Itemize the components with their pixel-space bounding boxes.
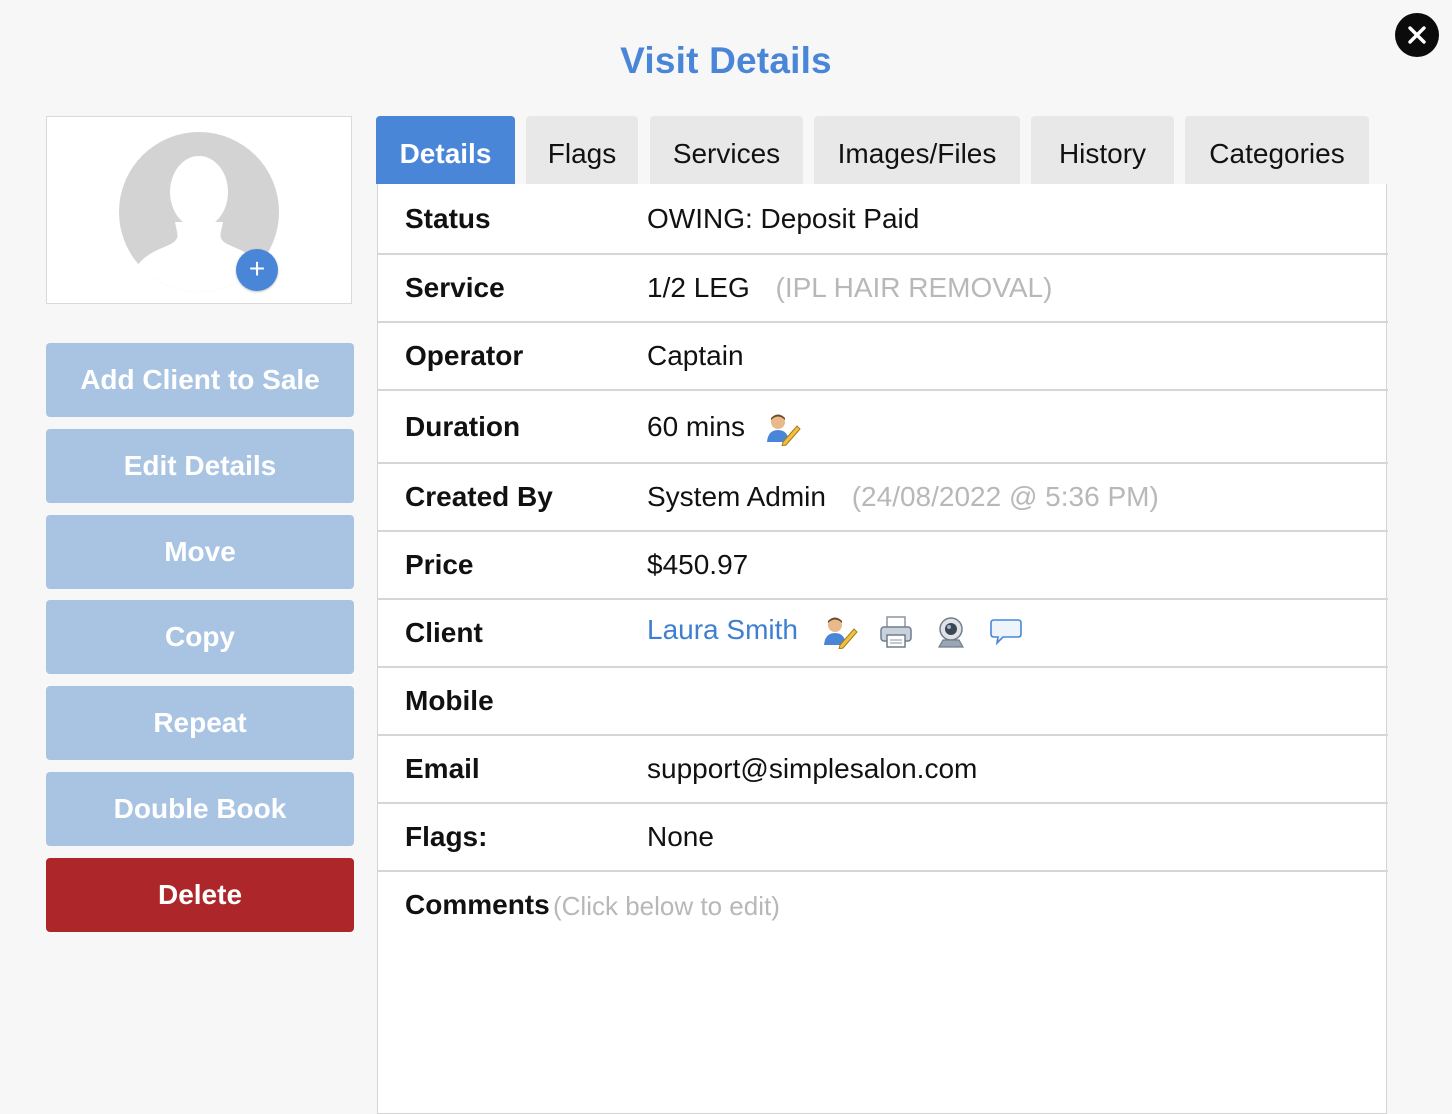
status-label: Status	[405, 203, 491, 234]
tab-history[interactable]: History	[1031, 116, 1174, 184]
details-panel: Status OWING: Deposit Paid Service 1/2 L…	[377, 184, 1388, 1114]
printer-icon[interactable]	[878, 615, 914, 649]
status-row: Status OWING: Deposit Paid	[378, 184, 1388, 255]
tab-services[interactable]: Services	[650, 116, 803, 184]
service-value-group: 1/2 LEG (IPL HAIR REMOVAL)	[647, 272, 1052, 304]
price-value: $450.97	[647, 549, 749, 580]
copy-button[interactable]: Copy	[46, 600, 354, 674]
status-value: OWING: Deposit Paid	[647, 203, 920, 234]
page-title: Visit Details	[620, 40, 832, 81]
email-row: Email support@simplesalon.com	[378, 734, 1388, 804]
price-row: Price $450.97	[378, 530, 1388, 600]
service-value: 1/2 LEG	[647, 272, 750, 303]
mobile-row: Mobile	[378, 666, 1388, 736]
service-label: Service	[405, 272, 505, 303]
plus-icon: +	[248, 253, 266, 284]
operator-row: Operator Captain	[378, 321, 1388, 391]
duration-value-group: 60 mins	[647, 411, 801, 446]
email-label: Email	[405, 753, 480, 784]
add-client-to-sale-button[interactable]: Add Client to Sale	[46, 343, 354, 417]
operator-value: Captain	[647, 340, 744, 371]
tab-categories[interactable]: Categories	[1185, 116, 1369, 184]
created-by-label: Created By	[405, 481, 553, 512]
close-button[interactable]	[1395, 13, 1439, 57]
created-timestamp: (24/08/2022 @ 5:36 PM)	[851, 481, 1159, 512]
client-row: Client Laura Smith	[378, 598, 1388, 668]
flags-label: Flags:	[405, 821, 488, 852]
move-button[interactable]: Move	[46, 515, 354, 589]
edit-details-button[interactable]: Edit Details	[46, 429, 354, 503]
comments-hint: (Click below to edit)	[553, 891, 780, 921]
client-photo-panel	[46, 116, 352, 304]
tab-images-files[interactable]: Images/Files	[814, 116, 1020, 184]
created-by-row: Created By System Admin (24/08/2022 @ 5:…	[378, 462, 1388, 532]
delete-button[interactable]: Delete	[46, 858, 354, 932]
client-name-link[interactable]: Laura Smith	[647, 614, 798, 645]
add-photo-button[interactable]: +	[236, 249, 278, 291]
double-book-button[interactable]: Double Book	[46, 772, 354, 846]
client-label: Client	[405, 617, 483, 648]
mobile-label: Mobile	[405, 685, 494, 716]
email-link[interactable]: support@simplesalon.com	[647, 753, 977, 785]
webcam-icon[interactable]	[933, 615, 969, 649]
created-by-value-group: System Admin (24/08/2022 @ 5:36 PM)	[647, 481, 1159, 513]
comments-label: Comments	[405, 889, 550, 920]
close-icon	[1408, 26, 1426, 44]
flags-value: None	[647, 821, 714, 852]
client-value-group: Laura Smith	[647, 614, 1023, 649]
tab-flags[interactable]: Flags	[526, 116, 638, 184]
comments-area[interactable]: Comments (Click below to edit)	[378, 872, 1386, 1112]
operator-label: Operator	[405, 340, 524, 371]
user-edit-icon[interactable]	[822, 615, 858, 649]
duration-value: 60 mins	[647, 411, 746, 442]
tab-details[interactable]: Details	[376, 116, 515, 184]
duration-label: Duration	[405, 411, 521, 442]
price-label: Price	[405, 549, 474, 580]
repeat-button[interactable]: Repeat	[46, 686, 354, 760]
speech-bubble-icon[interactable]	[989, 617, 1023, 647]
service-category: (IPL HAIR REMOVAL)	[775, 272, 1053, 303]
flags-row: Flags: None	[378, 802, 1388, 872]
duration-row: Duration 60 mins	[378, 389, 1388, 464]
created-by-value: System Admin	[647, 481, 826, 512]
user-edit-icon[interactable]	[765, 412, 801, 446]
service-row: Service 1/2 LEG (IPL HAIR REMOVAL)	[378, 253, 1388, 323]
